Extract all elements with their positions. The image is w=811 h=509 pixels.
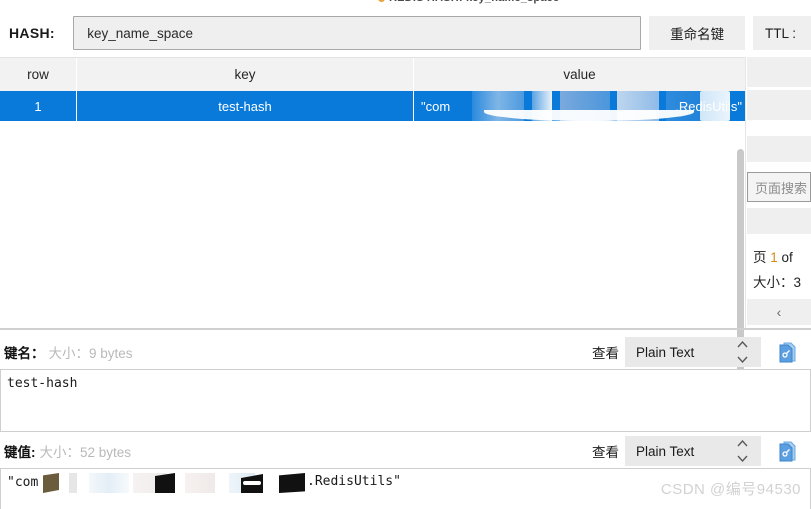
column-header-value[interactable]: value — [414, 58, 746, 91]
key-format-select[interactable]: Plain Text — [625, 337, 761, 367]
key-name-label: 键名： — [4, 346, 45, 361]
key-value-label: 键值: — [4, 445, 36, 460]
tab-label: REDIS HASH: key_name_space — [389, 0, 559, 4]
redaction-mark — [69, 473, 77, 493]
key-value-size: 大小：52 bytes — [39, 445, 132, 460]
redaction-mark — [279, 473, 305, 493]
page-of-label: of — [781, 250, 793, 265]
cell-value-suffix: .RedisUtils" — [675, 98, 742, 114]
panel-filler — [747, 208, 811, 234]
column-header-row[interactable]: row — [0, 58, 77, 91]
copy-document-icon[interactable] — [778, 441, 797, 462]
tab-status-dot-icon — [378, 0, 385, 2]
panel-filler — [747, 136, 811, 162]
page-search-input[interactable]: 页面搜索 — [747, 172, 811, 202]
pagination-panel: 页面搜索 页 1 of 大小：3 ‹ — [747, 57, 811, 328]
column-header-key[interactable]: key — [77, 58, 414, 91]
redaction-mark — [243, 481, 261, 485]
redis-client-window: REDIS HASH: key_name_space × HASH: key_n… — [0, 0, 811, 509]
value-format-select[interactable]: Plain Text — [625, 436, 761, 466]
value-view-label: 查看 — [592, 445, 619, 460]
horizontal-divider — [0, 328, 811, 330]
page-number: 1 — [770, 250, 778, 265]
csdn-watermark: CSDN @编号94530 — [660, 481, 801, 498]
page-prefix-label: 页 — [753, 250, 767, 265]
table-right-border — [745, 57, 746, 328]
panel-filler — [747, 57, 811, 87]
key-name-size: 大小：9 bytes — [48, 346, 133, 361]
chevron-updown-icon[interactable] — [737, 440, 748, 462]
key-name-content: test-hash — [7, 376, 78, 391]
cell-row-index: 1 — [0, 91, 77, 121]
copy-document-icon[interactable] — [778, 342, 797, 363]
key-view-label: 查看 — [592, 346, 619, 361]
value-content-suffix: .RedisUtils" — [307, 474, 401, 489]
key-name-editor[interactable]: test-hash — [0, 369, 811, 432]
hash-fields-table: row key value 1 test-hash "com .RedisUti… — [0, 57, 746, 378]
rename-key-button[interactable]: 重命名键 — [649, 16, 746, 50]
value-format-value: Plain Text — [636, 443, 695, 459]
tab-close-icon[interactable]: × — [563, 0, 569, 4]
cell-value: "com .RedisUtils" — [414, 91, 746, 121]
cell-value-prefix: "com — [421, 98, 451, 114]
key-name-input[interactable]: key_name_space — [73, 16, 642, 50]
tab-key-name-space[interactable]: REDIS HASH: key_name_space × — [378, 0, 569, 4]
key-value-toolbar: 键值: 大小：52 bytes 查看 Plain Text — [0, 436, 811, 466]
chevron-updown-icon[interactable] — [737, 341, 748, 363]
ttl-label: TTL : — [753, 16, 811, 50]
value-content-prefix: "com — [7, 475, 39, 490]
cell-key: test-hash — [77, 91, 414, 121]
table-row[interactable]: 1 test-hash "com .RedisUtils" — [0, 91, 746, 121]
previous-page-button[interactable]: ‹ — [747, 299, 811, 325]
page-indicator: 页 1 of — [747, 246, 811, 266]
key-type-label: HASH: — [9, 25, 55, 41]
panel-filler — [747, 90, 811, 120]
key-format-value: Plain Text — [636, 344, 695, 360]
redaction-mark — [43, 473, 59, 493]
tab-bar-sliver: REDIS HASH: key_name_space × — [0, 0, 811, 8]
key-name-toolbar: 键名： 大小：9 bytes 查看 Plain Text — [0, 337, 811, 367]
page-size-label: 大小：3 — [753, 275, 802, 290]
redaction-mark — [155, 473, 175, 493]
table-header-row: row key value — [0, 57, 746, 91]
redaction-mark — [185, 473, 215, 493]
key-header-bar: HASH: key_name_space 重命名键 TTL : — [0, 9, 811, 57]
redaction-mark — [89, 473, 129, 493]
